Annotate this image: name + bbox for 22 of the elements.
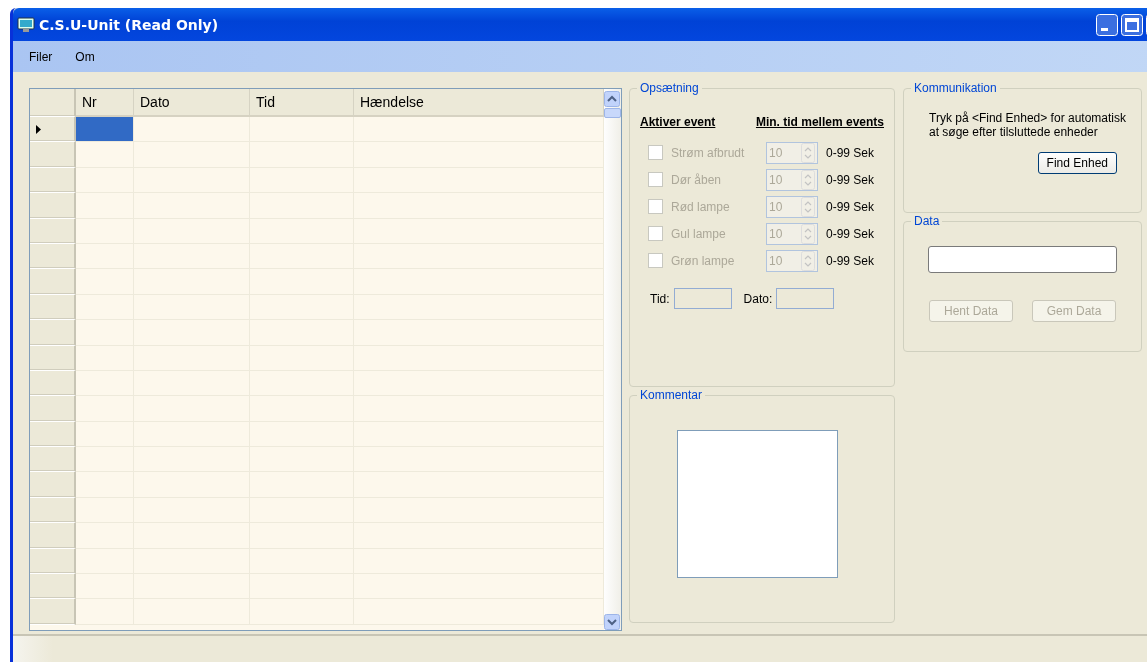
unit-label: 0-99 Sek (826, 172, 875, 187)
group-title: Kommunikation (911, 81, 1000, 95)
column-heading: Aktiver event (640, 115, 716, 129)
field-label: Tid: (650, 291, 670, 306)
group-title: Data (911, 214, 943, 228)
unit-label: 0-99 Sek (826, 145, 875, 160)
column-heading: Min. tid mellem events (755, 115, 884, 129)
find-button[interactable]: Find Enhed (1037, 152, 1117, 174)
unit-label: 0-99 Sek (826, 199, 875, 214)
field-label: Dato: (743, 291, 773, 306)
column-header[interactable]: Tid (250, 89, 354, 117)
column-header[interactable]: Hændelse (354, 89, 604, 117)
column-header[interactable]: Nr (76, 89, 134, 117)
group-title: Kommentar (637, 388, 706, 402)
column-header[interactable]: Dato (134, 89, 250, 117)
menu-item[interactable]: Filer (17, 49, 64, 64)
menu-item[interactable]: Om (63, 49, 106, 64)
unit-label: 0-99 Sek (826, 253, 875, 268)
group-title: Opsætning (637, 81, 702, 95)
unit-label: 0-99 Sek (826, 226, 875, 241)
instruction-text: Tryk på <Find Enhed> for automatisk at søge efter tilsluttede enheder (929, 111, 1127, 139)
window-title: C.S.U-Unit (Read Only) (39, 16, 219, 33)
